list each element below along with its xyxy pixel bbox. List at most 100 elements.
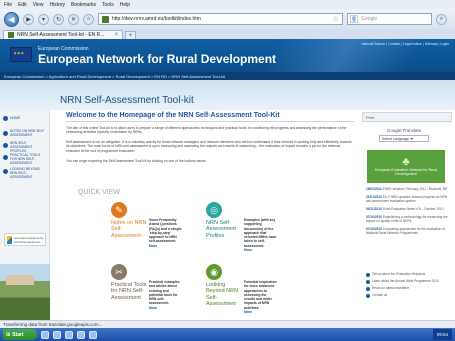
news-item[interactable]: 07/10/2010 Establishing a methodology fo… [366, 215, 450, 223]
intro-paragraph: The aim of this online Tool-kit is to al… [66, 126, 347, 135]
enrd-logo-icon [7, 235, 13, 244]
toolkit-banner: NRN Self-Assessment Tool-kit [0, 80, 455, 110]
stop-icon[interactable]: ✕ [68, 13, 79, 25]
close-tab-icon[interactable]: × [114, 32, 118, 38]
menu-bookmarks[interactable]: Bookmarks [71, 2, 96, 8]
sidebar-item-label: NRN SELF-ASSESSMENT PROFILES [10, 141, 33, 153]
header-links[interactable]: Internal Search | Contact | Legal notice… [362, 42, 450, 46]
card-tools-title[interactable]: Practical Tools for NRN Self-Assessment [111, 282, 147, 301]
breadcrumb[interactable]: European Commission > Agriculture and Ru… [0, 72, 455, 80]
status-bar: Transferring data from translate.googlea… [0, 320, 455, 328]
card-notes-text: Some Frequently Asked Questions (FAQs) a… [149, 218, 182, 244]
sidebar-item-home[interactable]: HOME [3, 115, 21, 121]
card-profiles-title[interactable]: NRN Self-Assessment Profiles [206, 220, 242, 239]
profiles-bullet-icon [3, 142, 8, 148]
menu-bar: File Edit View History Bookmarks Tools H… [0, 0, 455, 9]
card-profiles-more-link[interactable]: More [244, 248, 278, 252]
main-content: Welcome to the Homepage of the NRN Self-… [66, 112, 356, 320]
menu-view[interactable]: View [33, 2, 44, 8]
voluntary-paragraph: Self-assessment is not an obligation. It… [66, 140, 352, 153]
print-button[interactable]: Print [362, 112, 452, 122]
quicklaunch-icon[interactable] [65, 330, 73, 339]
start-button[interactable]: ⊞ Start [3, 329, 37, 340]
forward-icon[interactable]: ▶ [23, 13, 34, 25]
web-page: European Commission European Network for… [0, 39, 455, 320]
home-icon[interactable]: ⌂ [83, 13, 94, 25]
link-helpdesk[interactable]: Tell us about the Evaluation Helpdesk [366, 272, 450, 277]
back-icon[interactable]: ◀ [4, 11, 19, 27]
dropdown-icon[interactable]: ▾ [38, 13, 49, 25]
card-profiles-desc: Examples (with key supporting documents)… [244, 218, 278, 252]
link-bullet-icon [366, 287, 370, 291]
menu-tools[interactable]: Tools [102, 2, 114, 8]
tools-bullet-icon [3, 154, 8, 160]
card-tools-more-link[interactable]: More [149, 306, 183, 310]
reload-icon[interactable]: ↻ [53, 13, 64, 25]
sidebar-item-beyond[interactable]: LOOKING BEYOND NRN SELF-ASSESSMENT [3, 167, 47, 179]
link-newsletter[interactable]: Read our latest newsletter [366, 286, 450, 291]
card-tools[interactable]: ✂ Practical Tools for NRN Self-Assessmen… [111, 264, 181, 320]
sidebar-item-tools[interactable]: PRACTICAL TOOLS FOR NRN SELF-ASSESSMENT [3, 153, 47, 165]
news-item[interactable]: 16/02/2011 ENRD seminar, February 2011 -… [366, 187, 450, 191]
card-notes-more-link[interactable]: More [149, 244, 183, 248]
search-icon[interactable]: ⌕ [436, 13, 447, 25]
quick-view-heading: QUICK VIEW [78, 189, 121, 196]
card-notes[interactable]: ✎ Notes on NRN Self-Assessment Some Freq… [111, 202, 183, 262]
link-work-programme[interactable]: Learn about the Annual Work Programme 20… [366, 279, 450, 284]
card-profiles[interactable]: ◎ NRN Self-Assessment Profiles Examples … [206, 202, 276, 262]
news-date: 09/11/2010 [366, 207, 382, 211]
new-tab-button[interactable]: + [125, 31, 136, 39]
sidebar-item-label: PRACTICAL TOOLS FOR NRN SELF-ASSESSMENT [10, 153, 41, 165]
menu-edit[interactable]: Edit [18, 2, 27, 8]
news-item[interactable]: 07/10/2010 Comparing approaches for the … [366, 227, 450, 235]
address-bar[interactable]: http://dev-nrnv.amrd.eu/toolkit/index.ht… [98, 13, 343, 25]
clock: 09:54 [436, 332, 448, 337]
link-label: Read our latest newsletter [372, 286, 410, 290]
quicklaunch-icon[interactable] [41, 330, 49, 339]
language-select[interactable]: Select Language ▼ [379, 135, 429, 142]
quicklaunch-icon[interactable] [77, 330, 85, 339]
card-beyond-desc: Potential inspiration for more advanced … [244, 280, 278, 314]
sidebar-item-notes[interactable]: NOTES ON NRN SELF ASSESSMENT [3, 129, 47, 138]
notes-bullet-icon [3, 130, 8, 136]
menu-help[interactable]: Help [120, 2, 130, 8]
tab-favicon-icon [8, 32, 14, 38]
navigation-toolbar: ◀ ▶ ▾ ↻ ✕ ⌂ http://dev-nrnv.amrd.eu/tool… [0, 9, 455, 29]
menu-file[interactable]: File [4, 2, 12, 8]
link-label: Tell us about the Evaluation Helpdesk [372, 272, 426, 276]
title-divider [66, 121, 354, 122]
tree-icon: ♣ [402, 156, 410, 168]
card-notes-title[interactable]: Notes on NRN Self-Assessment [111, 220, 147, 239]
link-bullet-icon [366, 280, 370, 284]
tree-caption: European Evaluation Network for Rural De… [374, 168, 438, 176]
enrd-logo[interactable]: European Network for Rural Development [4, 233, 46, 246]
sidebar-home-label: HOME [10, 115, 21, 120]
bookmark-star-icon[interactable]: ☆ [333, 15, 339, 23]
sidebar-item-profiles[interactable]: NRN SELF-ASSESSMENT PROFILES [3, 141, 47, 153]
taskbar: ⊞ Start 09:54 [0, 328, 455, 341]
card-beyond-more-link[interactable]: More [244, 310, 278, 314]
card-beyond[interactable]: ◉ Looking Beyond NRN Self-Assessment Pot… [206, 264, 278, 320]
landscape-photo [0, 264, 50, 320]
search-box[interactable]: g Google [347, 13, 432, 25]
news-item[interactable]: 21/01/2010 EU 2 NRN updated: Annual prog… [366, 195, 450, 203]
explore-paragraph: You can begin exploring the Self-Assessm… [66, 159, 207, 163]
news-text: Rural Evaluation News n°6 – October 2010 [382, 207, 444, 211]
news-text: ENRD seminar, February 2011 - Brussels, … [382, 187, 448, 191]
translate-label: Google Translate [386, 128, 422, 133]
card-beyond-title[interactable]: Looking Beyond NRN Self-Assessment [206, 282, 242, 307]
quicklaunch-icon[interactable] [89, 330, 97, 339]
enrd-logo-text: European Network for Rural Development [14, 235, 44, 244]
menu-history[interactable]: History [49, 2, 65, 8]
page-title: Welcome to the Homepage of the NRN Self-… [66, 112, 280, 119]
link-contact[interactable]: Contact us [366, 293, 450, 298]
site-title[interactable]: European Network for Rural Development [38, 52, 276, 66]
tab-toolkit[interactable]: NRN Self-Assessment Tool-kit - EN R... × [3, 30, 123, 39]
quicklaunch-icon[interactable] [53, 330, 61, 339]
link-label: Learn about the Annual Work Programme 20… [372, 279, 439, 283]
site-favicon-icon [102, 15, 109, 23]
link-bullet-icon [366, 294, 370, 298]
news-item[interactable]: 09/11/2010 Rural Evaluation News n°6 – O… [366, 207, 450, 211]
system-tray[interactable]: 09:54 [432, 329, 452, 340]
evaluation-network-banner[interactable]: ♣ European Evaluation Network for Rural … [367, 150, 445, 183]
